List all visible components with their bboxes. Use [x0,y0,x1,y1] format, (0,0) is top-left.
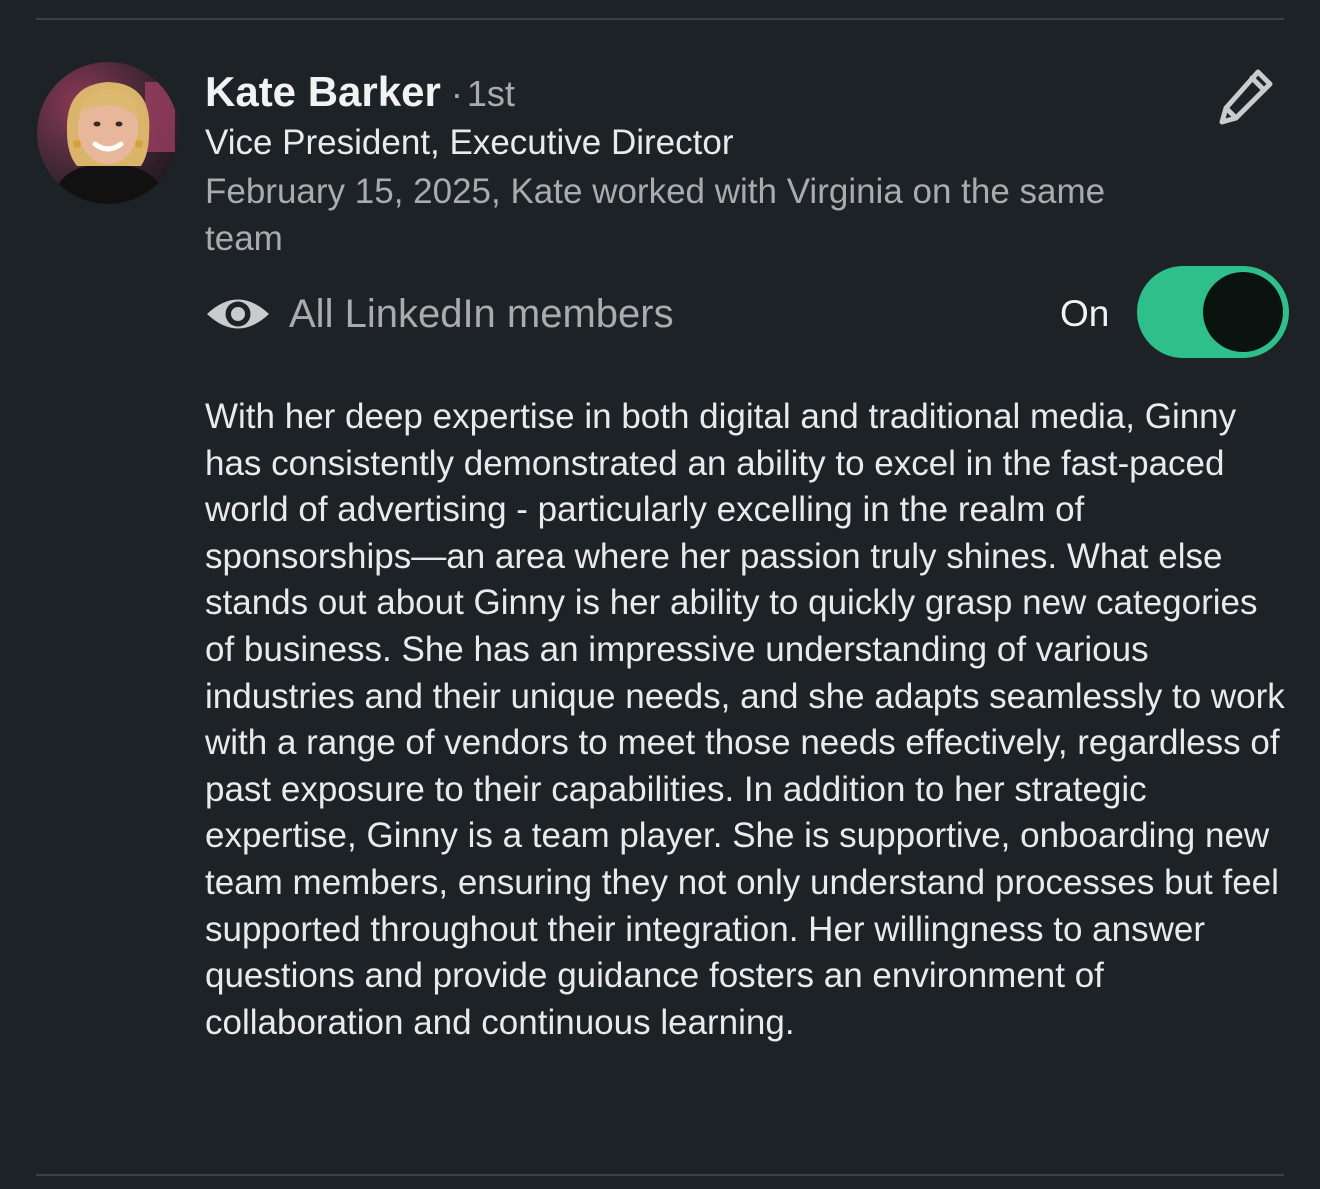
pencil-icon [1219,69,1273,125]
visibility-label: All LinkedIn members [289,291,674,336]
recommendation-header: Kate Barker · 1st Vice President, Executiv… [205,66,1185,262]
bottom-divider [36,1174,1284,1176]
edit-button[interactable] [1210,60,1282,132]
author-name[interactable]: Kate Barker [205,68,441,115]
toggle-knob [1203,272,1283,352]
name-separator: · [450,73,463,114]
recommendation-text: With her deep expertise in both digital … [205,397,1285,1042]
visibility-setting: All LinkedIn members [205,284,674,344]
visibility-toggle[interactable] [1137,266,1289,358]
author-avatar[interactable] [37,62,179,204]
author-headline: Vice President, Executive Director [205,123,734,162]
top-divider [36,18,1284,20]
toggle-state-label: On [1060,293,1110,334]
author-name-line: Kate Barker · 1st [205,66,1185,118]
connection-degree: 1st [466,73,515,114]
eye-icon [205,292,273,336]
relationship-meta: February 15, 2025, Kate worked with Virg… [205,172,1106,258]
avatar-photo [37,62,179,204]
